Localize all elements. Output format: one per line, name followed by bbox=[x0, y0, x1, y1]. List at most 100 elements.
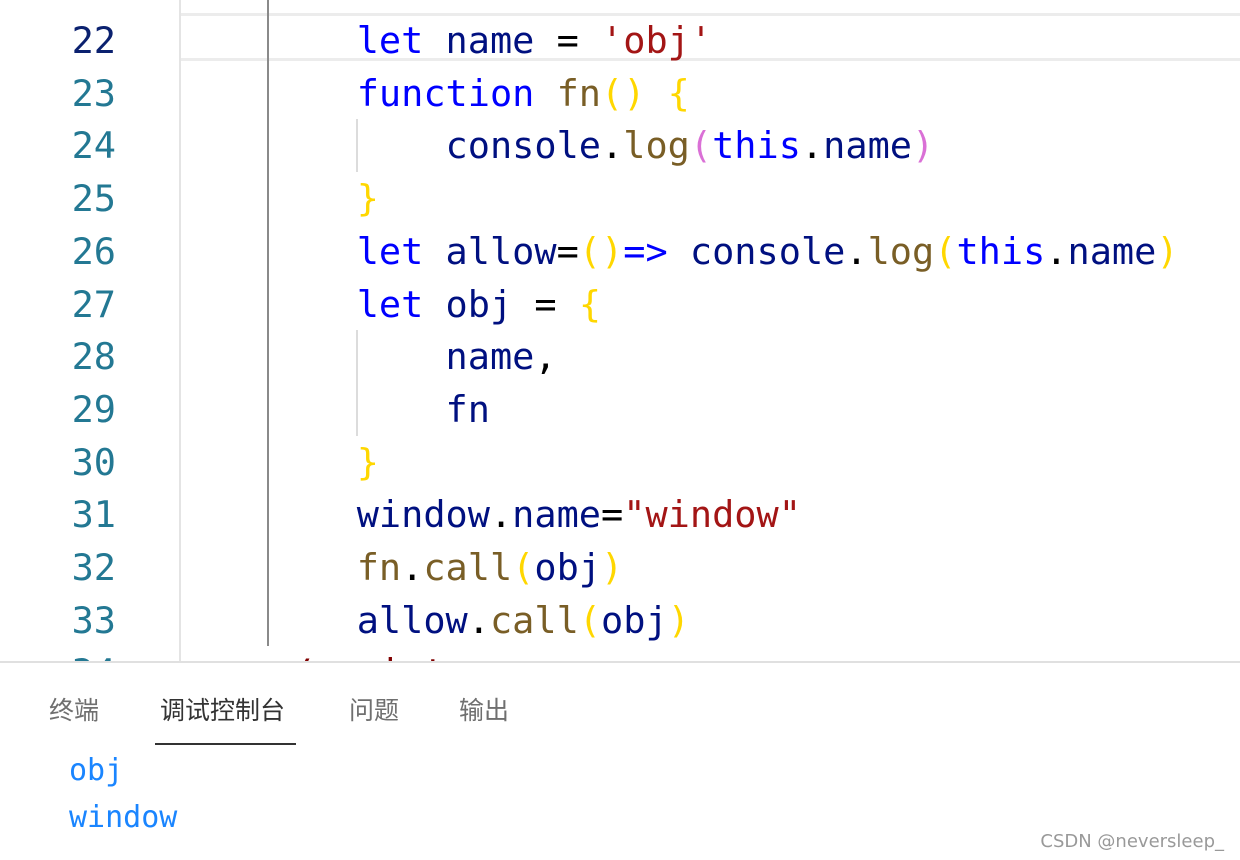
code-token: let bbox=[356, 282, 424, 326]
line-code: fn.call(obj) bbox=[179, 541, 624, 594]
code-line[interactable]: 26 let allow=()=> console.log(this.name) bbox=[0, 225, 1240, 278]
code-token: </script> bbox=[268, 651, 468, 661]
code-token: name bbox=[1067, 229, 1157, 273]
code-token: this bbox=[712, 124, 801, 168]
code-token: . bbox=[845, 229, 868, 273]
code-line[interactable]: 22 let name = 'obj' bbox=[0, 14, 1240, 67]
code-token: ) bbox=[667, 598, 690, 642]
line-code: let name = 'obj' bbox=[179, 14, 712, 67]
line-number: 23 bbox=[71, 71, 116, 115]
code-token: call bbox=[489, 598, 579, 642]
code-token: } bbox=[356, 177, 379, 221]
code-token: . bbox=[401, 546, 424, 589]
code-token: "window" bbox=[623, 493, 801, 537]
line-code: allow.call(obj) bbox=[179, 594, 690, 647]
line-number: 29 bbox=[71, 387, 116, 431]
line-code: </script> bbox=[179, 646, 468, 661]
code-token: obj bbox=[445, 282, 513, 326]
code-token: = bbox=[556, 229, 579, 273]
code-line[interactable]: 25 } bbox=[0, 172, 1240, 225]
code-line[interactable]: 27 let obj = { bbox=[0, 278, 1240, 331]
line-code: name, bbox=[179, 330, 557, 383]
code-line[interactable]: 32 fn.call(obj) bbox=[0, 541, 1240, 594]
code-token: let bbox=[356, 19, 424, 62]
code-token: allow bbox=[445, 229, 557, 273]
code-line[interactable]: 24 console.log(this.name) bbox=[0, 119, 1240, 172]
code-token: ( bbox=[578, 598, 602, 642]
line-number: 33 bbox=[71, 598, 116, 642]
code-token: ) bbox=[601, 546, 624, 589]
tab-terminal[interactable]: 终端 bbox=[49, 691, 99, 727]
tab-problems[interactable]: 问题 bbox=[349, 691, 399, 727]
bottom-panel: 终端 调试控制台 问题 输出 obj window CSDN @neversle… bbox=[0, 661, 1240, 860]
code-token: obj bbox=[601, 598, 668, 642]
console-output-line: window bbox=[69, 800, 178, 835]
line-code: fn bbox=[179, 383, 490, 436]
code-token: ) bbox=[912, 124, 935, 168]
code-line[interactable]: 23 function fn() { bbox=[0, 67, 1240, 120]
code-token: fn bbox=[556, 71, 602, 115]
line-number: 30 bbox=[71, 440, 116, 484]
code-token: . bbox=[601, 124, 624, 168]
line-code: console.log(this.name) bbox=[179, 119, 935, 172]
code-token: name bbox=[512, 493, 602, 537]
code-token: name bbox=[445, 19, 535, 62]
code-token: ) bbox=[1156, 229, 1179, 273]
line-number: 27 bbox=[71, 282, 116, 326]
line-number: 34 bbox=[0, 646, 116, 661]
code-token: log bbox=[623, 124, 690, 168]
line-code: } bbox=[179, 172, 379, 225]
line-code: function fn() { bbox=[179, 67, 690, 120]
code-token: () bbox=[578, 229, 624, 273]
code-line[interactable]: 31 window.name="window" bbox=[0, 488, 1240, 541]
watermark: CSDN @neversleep_ bbox=[1040, 831, 1224, 852]
code-token: { bbox=[667, 71, 690, 115]
code-token: log bbox=[867, 229, 935, 273]
code-editor[interactable]: 22 let name = 'obj' 23 function fn() {24 … bbox=[0, 0, 1240, 661]
code-line[interactable]: 29 fn bbox=[0, 383, 1240, 436]
code-token: allow bbox=[356, 598, 468, 642]
code-token: ( bbox=[512, 546, 535, 589]
code-token: obj bbox=[534, 546, 602, 589]
code-token: = bbox=[534, 19, 602, 62]
code-token: { bbox=[578, 282, 602, 326]
line-number: 26 bbox=[71, 229, 116, 273]
code-line[interactable]: 33 allow.call(obj) bbox=[0, 594, 1240, 647]
line-number: 28 bbox=[71, 335, 116, 379]
code-token: ( bbox=[934, 229, 957, 273]
code-token: fn bbox=[356, 546, 402, 589]
code-line[interactable]: 28 name, bbox=[0, 330, 1240, 383]
line-code: let allow=()=> console.log(this.name) bbox=[179, 225, 1179, 278]
code-token: this bbox=[956, 229, 1046, 273]
code-token: => bbox=[623, 229, 668, 273]
code-token: name bbox=[823, 124, 912, 168]
code-token: window bbox=[356, 493, 490, 537]
code-token: . bbox=[489, 493, 513, 537]
line-number: 22 bbox=[71, 19, 116, 62]
code-token: . bbox=[1045, 229, 1068, 273]
code-line[interactable]: 30 } bbox=[0, 436, 1240, 489]
code-token: ( bbox=[689, 124, 713, 168]
code-line[interactable]: 34 </script> bbox=[0, 646, 1240, 661]
line-number: 25 bbox=[71, 177, 116, 221]
code-token: name bbox=[445, 335, 535, 379]
code-token: let bbox=[356, 229, 424, 273]
code-token: console bbox=[689, 229, 846, 273]
tab-output[interactable]: 输出 bbox=[459, 691, 509, 727]
tab-debug-console[interactable]: 调试控制台 bbox=[160, 691, 285, 727]
line-number: 32 bbox=[71, 546, 116, 589]
